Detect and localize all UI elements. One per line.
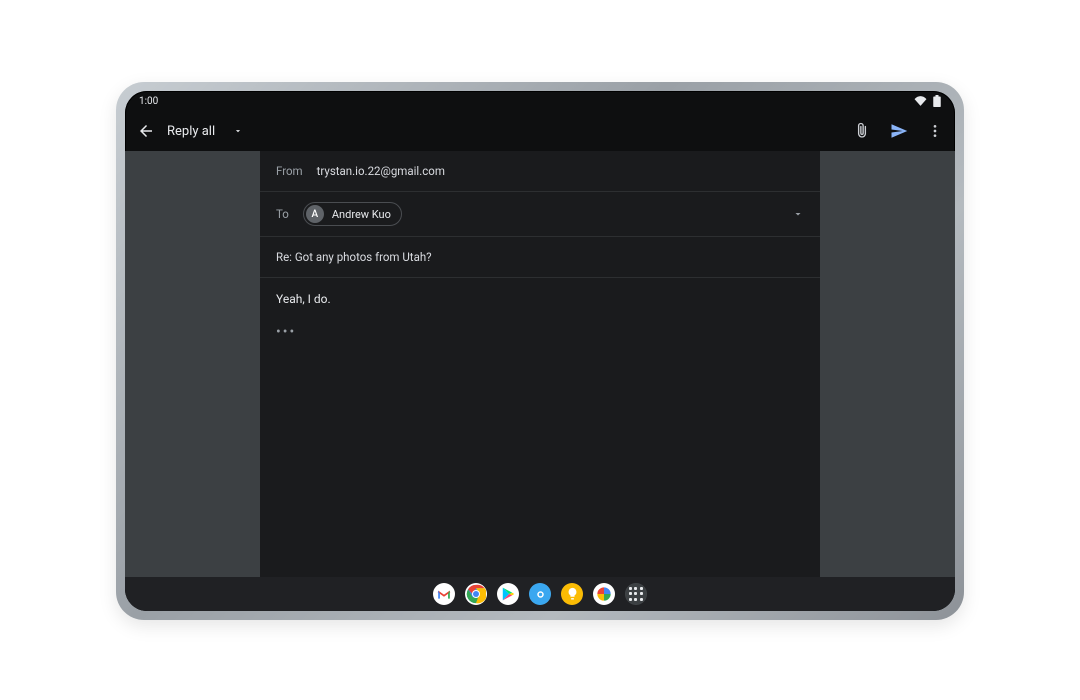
photos-app-icon[interactable] [593,583,615,605]
from-row[interactable]: From trystan.io.22@gmail.com [260,151,820,192]
from-value: trystan.io.22@gmail.com [317,164,445,178]
body-text: Yeah, I do. [276,290,804,308]
avatar: A [306,205,324,223]
show-quoted-text-toggle[interactable]: ••• [276,322,804,343]
compose-body[interactable]: Yeah, I do. ••• [260,278,820,355]
status-bar: 1:00 [125,91,955,111]
app-toolbar: Reply all [125,111,955,151]
toolbar-title: Reply all [167,124,215,139]
recipient-chip[interactable]: A Andrew Kuo [303,202,402,226]
screen: 1:00 Reply all [125,91,955,611]
battery-icon [933,95,941,107]
recipient-name: Andrew Kuo [332,208,391,221]
send-icon[interactable] [889,122,909,140]
taskbar [125,577,955,611]
play-store-app-icon[interactable] [497,583,519,605]
reply-mode-dropdown[interactable] [233,126,243,136]
subject-row[interactable]: Re: Got any photos from Utah? [260,237,820,278]
subject-text: Re: Got any photos from Utah? [276,250,432,264]
from-label: From [276,164,303,178]
overflow-menu-icon[interactable] [927,122,943,140]
status-time: 1:00 [139,96,158,107]
chrome-app-icon[interactable] [465,583,487,605]
compose-pane: From trystan.io.22@gmail.com To A Andrew… [260,151,820,577]
expand-recipients-icon[interactable] [792,208,804,220]
to-label: To [276,207,289,221]
camera-app-icon[interactable] [529,583,551,605]
app-drawer-icon[interactable] [625,583,647,605]
to-row[interactable]: To A Andrew Kuo [260,192,820,237]
wifi-icon [914,96,927,106]
gmail-app-icon[interactable] [433,583,455,605]
attach-icon[interactable] [853,122,871,140]
tablet-frame: 1:00 Reply all [116,82,964,620]
back-arrow-icon[interactable] [137,122,155,140]
keep-notes-app-icon[interactable] [561,583,583,605]
